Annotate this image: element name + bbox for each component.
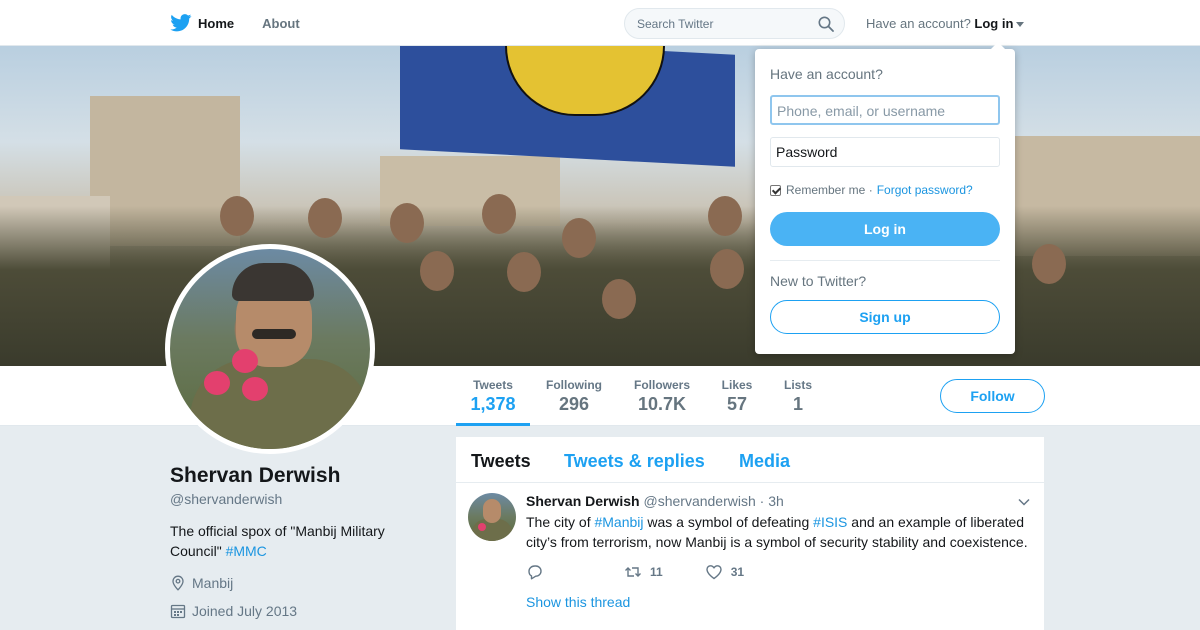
stat-value: 1,378 (470, 394, 516, 414)
stat-value: 296 (558, 394, 590, 414)
stat-label: Tweets (473, 378, 513, 392)
stat-following[interactable]: Following 296 (540, 366, 608, 426)
login-button[interactable]: Log in (770, 212, 1000, 246)
location-text: Manbij (192, 575, 234, 591)
remember-row: Remember me · Forgot password? (770, 183, 973, 197)
dropdown-divider (770, 260, 1000, 261)
calendar-icon (170, 604, 186, 619)
nav-home-label: Home (198, 15, 235, 31)
search-icon[interactable] (818, 16, 834, 32)
tweet-actions: 11 31 (526, 563, 786, 581)
password-field[interactable]: Password (770, 137, 1000, 167)
nav-home[interactable]: Home (170, 14, 234, 32)
top-navigation-bar: Home About Search Twitter Have an accoun… (0, 0, 1200, 46)
location-pin-icon (172, 575, 184, 591)
retweet-icon (625, 567, 641, 577)
remember-me-checkbox[interactable] (770, 184, 781, 196)
stat-lists[interactable]: Lists 1 (778, 366, 818, 426)
heart-icon (705, 565, 722, 580)
profile-name[interactable]: Shervan Derwish (170, 464, 340, 488)
password-placeholder: Password (776, 144, 838, 160)
search-placeholder: Search Twitter (637, 17, 714, 31)
show-thread-link[interactable]: Show this thread (526, 594, 630, 610)
tab-tweets-replies[interactable]: Tweets & replies (564, 451, 705, 472)
new-to-twitter-text: New to Twitter? (770, 273, 867, 289)
login-dropdown: Have an account? Phone, email, or userna… (755, 42, 1015, 354)
bio-text: The official spox of "Manbij Military Co… (170, 523, 385, 559)
tweet-text-part: was a symbol of defeating (643, 514, 814, 530)
stat-tweets[interactable]: Tweets 1,378 (456, 366, 530, 426)
retweet-count: 11 (650, 565, 663, 579)
follow-button[interactable]: Follow (940, 379, 1045, 413)
have-account-text: Have an account? (866, 16, 971, 31)
profile-avatar[interactable] (165, 244, 375, 454)
username-placeholder: Phone, email, or username (777, 103, 946, 119)
like-button[interactable]: 31 (705, 563, 744, 581)
reply-button[interactable] (526, 563, 552, 581)
login-toggle[interactable]: Have an account? Log in (866, 16, 1025, 31)
like-count: 31 (730, 565, 745, 579)
reply-icon (528, 565, 542, 580)
nav-left: Home About (170, 0, 328, 46)
stat-value: 10.7K (637, 394, 687, 414)
profile-handle[interactable]: @shervanderwish (170, 491, 282, 507)
tweet-timestamp[interactable]: · 3h (760, 493, 784, 509)
bio-hashtag-link[interactable]: #MMC (226, 543, 267, 559)
retweet-button[interactable]: 11 (624, 563, 663, 581)
tweet-header: Shervan Derwish @shervanderwish · 3h (526, 493, 784, 509)
login-link[interactable]: Log in (974, 16, 1013, 31)
stat-likes[interactable]: Likes 57 (714, 366, 760, 426)
tweet-avatar[interactable] (468, 493, 516, 541)
timeline: Tweets Tweets & replies Media Shervan De… (456, 437, 1044, 630)
tweet-text: The city of #Manbij was a symbol of defe… (526, 512, 1036, 552)
username-field[interactable]: Phone, email, or username (770, 95, 1000, 125)
tweet[interactable]: Shervan Derwish @shervanderwish · 3h The… (456, 483, 1044, 623)
chevron-down-icon[interactable] (1018, 496, 1030, 508)
stat-label: Likes (721, 378, 753, 392)
profile-bio: The official spox of "Manbij Military Co… (170, 521, 430, 561)
dropdown-title: Have an account? (770, 66, 883, 82)
twitter-bird-icon (170, 14, 192, 32)
stat-value: 57 (726, 394, 748, 414)
hashtag-link[interactable]: #ISIS (813, 514, 847, 530)
remember-me-label[interactable]: Remember me · (786, 183, 873, 197)
signup-button[interactable]: Sign up (770, 300, 1000, 334)
forgot-password-link[interactable]: Forgot password? (877, 183, 973, 197)
search-input[interactable]: Search Twitter (624, 8, 845, 39)
chevron-down-icon (1016, 22, 1025, 28)
tweet-text-part: The city of (526, 514, 595, 530)
tab-tweets[interactable]: Tweets (471, 451, 531, 472)
nav-about-label: About (262, 15, 300, 31)
stat-value: 1 (792, 394, 803, 414)
stat-label: Lists (783, 378, 812, 392)
hashtag-link[interactable]: #Manbij (594, 514, 643, 530)
timeline-tabs: Tweets Tweets & replies Media (456, 437, 1044, 483)
nav-about[interactable]: About (262, 16, 300, 31)
tweet-author-name[interactable]: Shervan Derwish (526, 493, 640, 509)
tweet-author-handle[interactable]: @shervanderwish (644, 493, 756, 509)
stat-followers[interactable]: Followers 10.7K (628, 366, 696, 426)
stat-label: Following (546, 378, 602, 392)
joined-text: Joined July 2013 (192, 603, 298, 619)
profile-joined: Joined July 2013 (170, 603, 297, 619)
tab-media[interactable]: Media (739, 451, 790, 472)
profile-location: Manbij (170, 575, 233, 591)
stat-label: Followers (633, 378, 690, 392)
